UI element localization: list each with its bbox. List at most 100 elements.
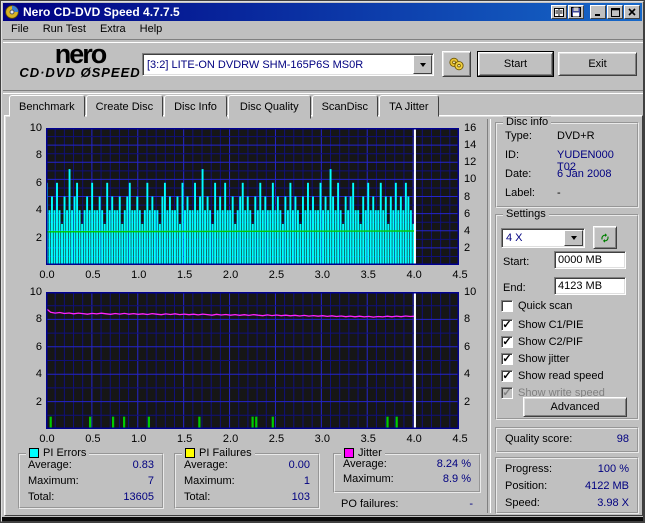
y-axis-right-tick: 2 [464,241,471,254]
x-axis-tick: 3.5 [360,269,376,281]
y-axis-right-tick: 12 [464,156,477,169]
tab-ta-jitter[interactable]: TA Jitter [379,95,439,117]
y-axis-left-tick: 4 [35,368,42,381]
pi-errors-swatch [29,448,39,458]
position-value: 4122 MB [584,480,629,492]
nero-logo: nero CD·DVD ØSPEED [15,39,145,81]
y-axis-left-tick: 10 [29,122,42,134]
jitter-swatch [344,448,354,458]
speed-select-dropdown-button[interactable] [564,230,583,246]
y-axis-right-tick: 6 [464,340,471,353]
stat-value: 0.83 [132,459,154,471]
checkbox-box[interactable]: ✓ [501,318,513,331]
checkbox-label: Show C2/PIF [518,335,583,348]
x-axis-tick: 3.0 [314,269,330,281]
menu-run-test[interactable]: Run Test [36,22,93,38]
stat-label: Average: [343,458,387,470]
y-axis-right-tick: 10 [464,173,477,186]
tab-create-disc[interactable]: Create Disc [85,95,164,117]
tab-disc-info[interactable]: Disc Info [164,95,227,117]
x-axis-tick: 0.5 [85,269,101,281]
tab-label: Disc Quality [239,101,299,113]
progress-value: 100 % [597,463,629,475]
exit-button-label: Exit [588,58,607,70]
refresh-button[interactable] [593,226,617,249]
nero-logo-text: nero [54,39,108,69]
disc-label-value: - [557,187,561,199]
end-field[interactable]: 4123 MB [554,277,626,295]
y-axis-right-tick: 16 [464,122,477,134]
pi-failures-swatch [185,448,195,458]
start-button[interactable]: Start [477,51,554,77]
x-axis-tick: 4.5 [452,269,468,281]
save-button[interactable] [568,5,584,19]
y-axis-right-tick: 6 [464,207,471,220]
quality-score-panel: Quality score: 98 [495,427,639,453]
pi-errors-chart: 0.0 0.5 1.0 1.5 2.0 2.5 3.0 3.5 4.0 4.5 10 8 6 4 2 16 14… [30,122,477,281]
tab-disc-quality[interactable]: Disc Quality [227,95,311,119]
drive-select-value: [3:2] LITE-ON DVDRW SHM-165P6S MS0R [147,58,364,71]
disc-info-title: Disc info [506,116,549,128]
y-axis-left-tick: 10 [29,286,42,298]
disc-date-label: Date: [505,168,532,180]
start-field[interactable]: 0000 MB [554,251,626,269]
tab-scandisc[interactable]: ScanDisc [311,95,379,117]
menu-help[interactable]: Help [133,22,170,38]
disc-date-value: 6 Jan 2008 [557,168,612,180]
maximize-icon [610,7,620,17]
disc-eject-button[interactable] [442,51,471,77]
speed-select-value: 4 X [506,232,523,244]
title-bar[interactable]: Nero CD-DVD Speed 4.7.7.5 [3,3,642,21]
tab-strip: Benchmark Create Disc Disc Info Disc Qua… [9,95,440,119]
stat-label: Maximum: [28,475,79,487]
maximize-button[interactable] [607,5,623,19]
tab-benchmark[interactable]: Benchmark [9,95,85,117]
book-button[interactable] [551,5,567,19]
x-axis-tick: 3.0 [314,433,330,445]
minimize-button[interactable] [590,5,606,19]
chevron-down-icon [419,62,426,67]
disc-type-label: Type: [505,130,532,142]
po-failures-value: - [469,498,473,510]
pi-failures-title: PI Failures [199,447,252,459]
advanced-button[interactable]: Advanced [523,397,627,417]
drive-select-dropdown-button[interactable] [413,55,432,74]
menu-file[interactable]: File [4,22,36,38]
po-failures-row: PO failures: - [341,498,473,510]
checkbox-label: Show jitter [518,352,570,365]
close-button[interactable] [624,5,640,19]
chevron-down-icon [570,236,577,240]
checkbox-show-c1-pie[interactable]: ✓ Show C1/PIE [501,318,583,331]
pi-failures-panel: PI Failures Average: 0.00 Maximum: 1 Total… [174,447,320,509]
jitter-chart: 0.0 0.5 1.0 1.5 2.0 2.5 3.0 3.5 4.0 4.5 10 8 6 4 2 10 8 6… [30,286,477,445]
tab-label: Create Disc [95,101,154,113]
y-axis-left-tick: 4 [35,204,42,217]
checkbox-show-c2-pif[interactable]: ✓ Show C2/PIF [501,335,583,348]
tab-label: TA Jitter [389,101,429,113]
y-axis-right-tick: 4 [464,224,471,237]
disc-label-label: Label: [505,187,535,199]
stat-label: Total: [28,491,55,503]
drive-select[interactable]: [3:2] LITE-ON DVDRW SHM-165P6S MS0R [142,53,434,76]
checkbox-box[interactable]: ✓ [501,335,513,348]
y-axis-right-tick: 8 [464,190,471,203]
checkbox-box[interactable]: ✓ [501,352,513,365]
checkbox-show-read-speed[interactable]: ✓ Show read speed [501,369,604,382]
y-axis-right-tick: 8 [464,313,471,326]
x-axis-tick: 4.0 [406,433,422,445]
close-icon [628,8,636,16]
separator [3,90,643,94]
checkbox-show-jitter[interactable]: ✓ Show jitter [501,352,569,365]
checkbox-box[interactable]: ✓ [501,369,513,382]
tab-label: Disc Info [174,101,217,113]
exit-button[interactable]: Exit [558,52,637,76]
stat-value: 13605 [123,491,154,503]
x-axis-tick: 2.5 [268,433,285,445]
stat-value: 7 [147,475,154,487]
quality-score-value: 98 [616,433,629,445]
checkbox-box[interactable] [501,299,513,312]
speed-select[interactable]: 4 X [501,228,585,248]
stat-label: Average: [28,459,72,471]
menu-extra[interactable]: Extra [93,22,133,38]
checkbox-quick-scan[interactable]: Quick scan [501,299,572,312]
